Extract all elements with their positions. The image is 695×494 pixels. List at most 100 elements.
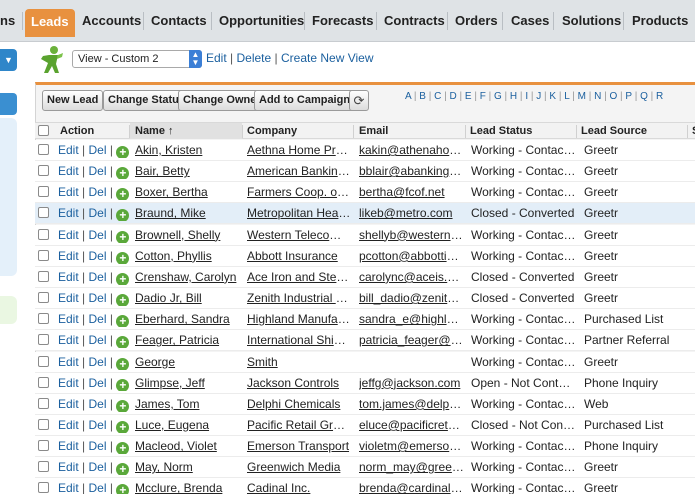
add-plus-icon[interactable]: + bbox=[116, 315, 130, 328]
row-edit-link[interactable]: Edit bbox=[58, 355, 79, 369]
tab-forecasts[interactable]: Forecasts bbox=[312, 8, 373, 34]
table-row[interactable]: Edit | Del | + Dadio Jr, Bill Zenith Indus… bbox=[35, 288, 695, 310]
column-lead-source[interactable]: Lead Source bbox=[581, 124, 647, 139]
add-plus-icon[interactable]: + bbox=[116, 251, 130, 264]
table-row[interactable]: Edit | Del | + Bair, Betty American Bankin… bbox=[35, 161, 695, 183]
add-plus-icon[interactable]: + bbox=[116, 209, 130, 222]
row-del-link[interactable]: Del bbox=[89, 143, 107, 157]
add-plus-icon[interactable]: + bbox=[116, 357, 130, 370]
row-checkbox[interactable] bbox=[38, 461, 49, 473]
add-plus-icon[interactable]: + bbox=[116, 294, 130, 307]
table-row[interactable]: Edit | Del | + James, Tom Delphi Chemicals… bbox=[35, 393, 695, 415]
add-plus-icon[interactable]: + bbox=[116, 484, 130, 494]
add-plus-icon[interactable]: + bbox=[116, 230, 130, 243]
row-edit-link[interactable]: Edit bbox=[58, 228, 79, 242]
table-row[interactable]: Edit | Del | + Akin, Kristen Aethna Home P… bbox=[35, 140, 695, 161]
alpha-filter-g[interactable]: G bbox=[494, 91, 502, 102]
delete-view-link[interactable]: Delete bbox=[237, 51, 272, 65]
add-plus-icon[interactable]: + bbox=[116, 399, 130, 412]
row-checkbox[interactable] bbox=[38, 313, 49, 325]
row-del-link[interactable]: Del bbox=[89, 312, 107, 326]
row-del-link[interactable]: Del bbox=[89, 481, 107, 494]
row-edit-link[interactable]: Edit bbox=[58, 206, 79, 220]
add-plus-icon[interactable]: + bbox=[116, 336, 130, 349]
row-del-link[interactable]: Del bbox=[89, 291, 107, 305]
table-row[interactable]: Edit | Del | + Glimpse, Jeff Jackson Contr… bbox=[35, 372, 695, 394]
row-del-link[interactable]: Del bbox=[89, 418, 107, 432]
row-checkbox[interactable] bbox=[38, 249, 49, 261]
alpha-filter-m[interactable]: M bbox=[578, 91, 586, 102]
add-plus-icon[interactable]: + bbox=[116, 463, 130, 476]
tab-opportunities[interactable]: Opportunities bbox=[219, 8, 304, 34]
row-checkbox[interactable] bbox=[38, 207, 49, 219]
column-email[interactable]: Email bbox=[359, 124, 388, 139]
row-del-link[interactable]: Del bbox=[89, 397, 107, 411]
row-del-link[interactable]: Del bbox=[89, 228, 107, 242]
row-edit-link[interactable]: Edit bbox=[58, 185, 79, 199]
row-checkbox[interactable] bbox=[38, 376, 49, 388]
tab-leads[interactable]: Leads bbox=[25, 9, 75, 37]
sidebar-dropdown[interactable]: ▼ bbox=[0, 49, 17, 71]
row-edit-link[interactable]: Edit bbox=[58, 333, 79, 347]
row-edit-link[interactable]: Edit bbox=[58, 312, 79, 326]
row-del-link[interactable]: Del bbox=[89, 460, 107, 474]
row-edit-link[interactable]: Edit bbox=[58, 164, 79, 178]
row-del-link[interactable]: Del bbox=[89, 185, 107, 199]
alpha-filter-b[interactable]: B bbox=[419, 91, 426, 102]
table-row[interactable]: Edit | Del | + Braund, Mike Metropolitan H… bbox=[35, 203, 695, 225]
row-edit-link[interactable]: Edit bbox=[58, 460, 79, 474]
table-row[interactable]: Edit | Del | + Feager, Patricia Internatio… bbox=[35, 330, 695, 352]
row-checkbox[interactable] bbox=[38, 228, 49, 240]
row-edit-link[interactable]: Edit bbox=[58, 291, 79, 305]
tab-contracts[interactable]: Contracts bbox=[384, 8, 445, 34]
row-checkbox[interactable] bbox=[38, 292, 49, 304]
table-row[interactable]: Edit | Del | + Crenshaw, Carolyn Ace Iron … bbox=[35, 266, 695, 288]
table-row[interactable]: Edit | Del | + Brownell, Shelly Western Te… bbox=[35, 224, 695, 246]
view-select[interactable]: View - Custom 2 ▲ ▼ bbox=[72, 50, 202, 68]
add-plus-icon[interactable]: + bbox=[116, 420, 130, 433]
row-edit-link[interactable]: Edit bbox=[58, 439, 79, 453]
row-checkbox[interactable] bbox=[38, 270, 49, 282]
row-checkbox[interactable] bbox=[38, 440, 49, 452]
tab-contacts[interactable]: Contacts bbox=[151, 8, 207, 34]
table-row[interactable]: Edit | Del | + Boxer, Bertha Farmers Coop.… bbox=[35, 182, 695, 204]
row-del-link[interactable]: Del bbox=[89, 333, 107, 347]
alpha-filter-r[interactable]: R bbox=[656, 91, 663, 102]
alpha-filter-d[interactable]: D bbox=[450, 91, 457, 102]
new-lead-button[interactable]: New Lead bbox=[42, 90, 104, 111]
refresh-icon[interactable]: ⟳ bbox=[349, 90, 369, 111]
select-all-checkbox[interactable] bbox=[38, 125, 49, 136]
row-edit-link[interactable]: Edit bbox=[58, 418, 79, 432]
alpha-filter-q[interactable]: Q bbox=[640, 91, 648, 102]
row-del-link[interactable]: Del bbox=[89, 355, 107, 369]
row-checkbox[interactable] bbox=[38, 397, 49, 409]
row-del-link[interactable]: Del bbox=[89, 164, 107, 178]
add-plus-icon[interactable]: + bbox=[116, 167, 130, 180]
table-row[interactable]: Edit | Del | + Eberhard, Sandra Highland M… bbox=[35, 309, 695, 331]
row-del-link[interactable]: Del bbox=[89, 249, 107, 263]
row-del-link[interactable]: Del bbox=[89, 376, 107, 390]
row-checkbox[interactable] bbox=[38, 418, 49, 430]
row-checkbox[interactable] bbox=[38, 144, 49, 155]
change-status-button[interactable]: Change Status bbox=[103, 90, 191, 111]
change-owner-button[interactable]: Change Owner bbox=[178, 90, 266, 111]
table-row[interactable]: Edit | Del | + Mcclure, Brenda Cadinal Inc… bbox=[35, 478, 695, 494]
row-del-link[interactable]: Del bbox=[89, 206, 107, 220]
row-checkbox[interactable] bbox=[38, 165, 49, 177]
tab-solutions[interactable]: Solutions bbox=[562, 8, 621, 34]
row-checkbox[interactable] bbox=[38, 482, 49, 494]
row-edit-link[interactable]: Edit bbox=[58, 270, 79, 284]
add-to-campaign-button[interactable]: Add to Campaign bbox=[254, 90, 356, 111]
row-edit-link[interactable]: Edit bbox=[58, 376, 79, 390]
row-checkbox[interactable] bbox=[38, 186, 49, 198]
row-edit-link[interactable]: Edit bbox=[58, 143, 79, 157]
table-row[interactable]: Edit | Del | + Luce, Eugena Pacific Retail… bbox=[35, 414, 695, 436]
add-plus-icon[interactable]: + bbox=[116, 378, 130, 391]
row-del-link[interactable]: Del bbox=[89, 439, 107, 453]
add-plus-icon[interactable]: + bbox=[116, 146, 130, 158]
row-edit-link[interactable]: Edit bbox=[58, 249, 79, 263]
tab-accounts[interactable]: Accounts bbox=[82, 8, 141, 34]
add-plus-icon[interactable]: + bbox=[116, 442, 130, 455]
tab-orders[interactable]: Orders bbox=[455, 8, 498, 34]
tab-products[interactable]: Products bbox=[632, 8, 688, 34]
